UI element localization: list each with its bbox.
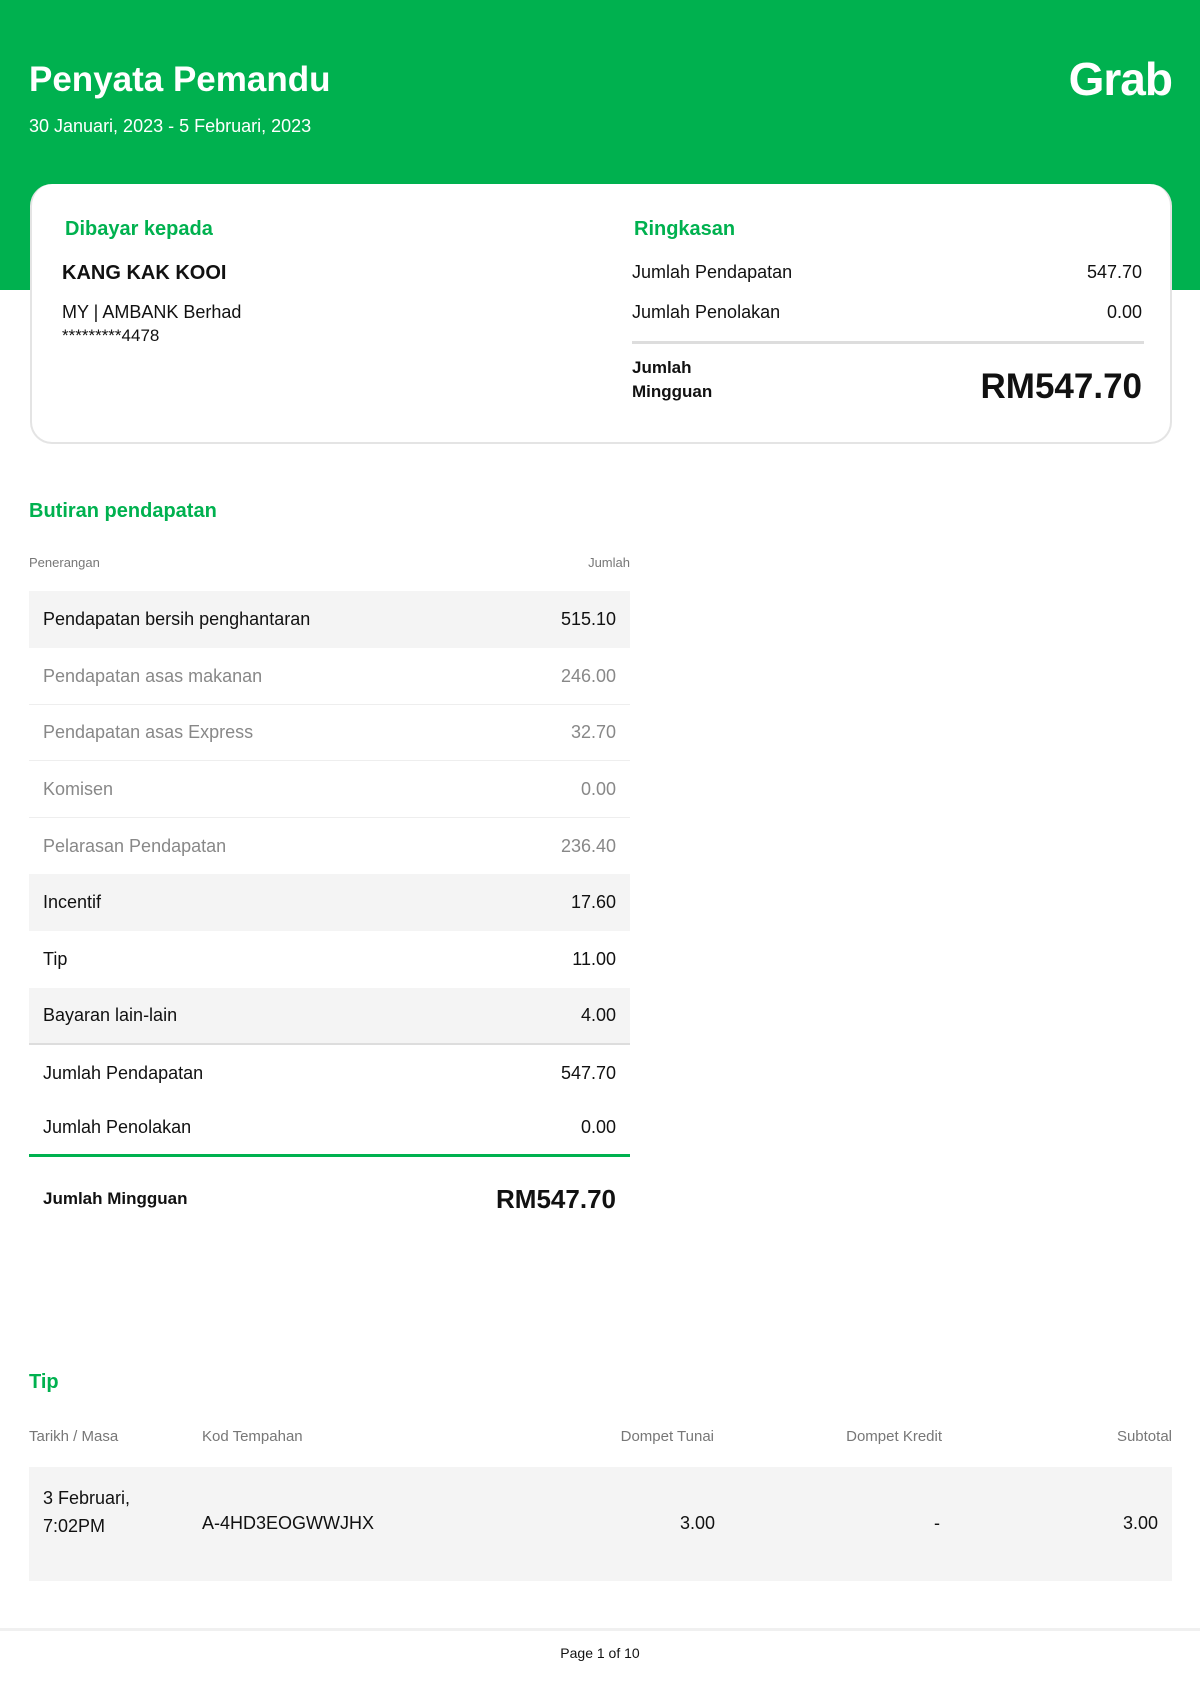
row-label: Pendapatan asas Express	[43, 722, 254, 742]
row-value: 4.00	[580, 1005, 616, 1025]
earnings-heading: Butiran pendapatan	[29, 500, 217, 522]
row-label: Jumlah Pendapatan	[43, 1062, 204, 1083]
row-label: Pelarasan Pendapatan	[43, 835, 227, 856]
row-label: Bayaran lain-lain	[43, 1005, 178, 1025]
summary-total-label-line1: Jumlah	[632, 358, 692, 377]
tip-datetime: 3 Februari, 7:02PM	[43, 1484, 130, 1540]
row-label: Tip	[43, 949, 68, 969]
col-date: Tarikh / Masa	[29, 1428, 119, 1445]
row-value: 32.70	[570, 722, 616, 742]
col-cash-wallet: Dompet Tunai	[620, 1428, 714, 1445]
col-description: Penerangan	[29, 555, 100, 570]
row-label: Komisen	[43, 778, 114, 799]
tip-booking-code: A-4HD3EOGWWJHX	[202, 1513, 375, 1533]
tip-cash: 3.00	[679, 1513, 715, 1533]
paid-to-heading: Dibayar kepada	[65, 218, 213, 240]
row-value: 246.00	[560, 665, 616, 686]
summary-heading: Ringkasan	[634, 218, 736, 240]
col-amount: Jumlah	[588, 555, 630, 570]
account-number: *********4478	[62, 326, 160, 345]
summary-deductions-label: Jumlah Penolakan	[632, 302, 781, 322]
earnings-row: Pendapatan bersih penghantaran 515.10	[29, 591, 630, 648]
earnings-subrow: Pendapatan asas makanan 246.00	[29, 648, 630, 705]
summary-earnings-label: Jumlah Pendapatan	[632, 262, 793, 282]
earnings-subrow: Pelarasan Pendapatan 236.40	[29, 818, 630, 874]
deductions-total-row: Jumlah Penolakan 0.00	[29, 1101, 630, 1157]
tip-row: 3 Februari, 7:02PM A-4HD3EOGWWJHX 3.00 - …	[29, 1467, 1172, 1581]
earnings-subrow: Pendapatan asas Express 32.70	[29, 705, 630, 761]
footer-divider	[0, 1628, 1200, 1631]
earnings-row: Bayaran lain-lain 4.00	[29, 988, 630, 1045]
row-label: Incentif	[43, 892, 102, 912]
row-value: 547.70	[560, 1062, 616, 1083]
earnings-total-row: Jumlah Pendapatan 547.70	[29, 1045, 630, 1101]
page-number: Page 1 of 10	[560, 1645, 640, 1661]
summary-earnings-value: 547.70	[1086, 262, 1142, 282]
earnings-subrow: Komisen 0.00	[29, 761, 630, 818]
summary-divider	[632, 341, 1144, 344]
row-value: 0.00	[580, 1117, 616, 1137]
grab-logo: Grab	[1068, 53, 1173, 105]
row-value: 236.40	[560, 835, 616, 856]
tip-time: 7:02PM	[43, 1516, 106, 1536]
summary-total-value: RM547.70	[980, 367, 1142, 406]
weekly-total-row: Jumlah Mingguan RM547.70	[29, 1170, 630, 1228]
weekly-total-value: RM547.70	[496, 1183, 616, 1214]
row-label: Pendapatan bersih penghantaran	[43, 609, 311, 629]
tip-date: 3 Februari,	[43, 1488, 131, 1508]
row-value: 0.00	[580, 778, 616, 799]
tip-credit: -	[934, 1513, 940, 1533]
weekly-total-label: Jumlah Mingguan	[43, 1189, 188, 1208]
row-value: 17.60	[570, 892, 616, 912]
col-subtotal: Subtotal	[1116, 1428, 1172, 1445]
row-label: Pendapatan asas makanan	[43, 665, 263, 686]
payee-name: KANG KAK KOOI	[62, 262, 227, 284]
tip-subtotal: 3.00	[1122, 1513, 1158, 1533]
tips-heading: Tip	[29, 1371, 59, 1393]
page-title: Penyata Pemandu	[29, 60, 331, 99]
row-value: 11.00	[572, 949, 616, 969]
summary-total-label: Jumlah Mingguan	[632, 356, 712, 404]
bank-name: MY | AMBANK Berhad	[62, 302, 242, 322]
earnings-row: Incentif 17.60	[29, 874, 630, 931]
col-credit-wallet: Dompet Kredit	[846, 1428, 942, 1445]
row-value: 515.10	[560, 609, 616, 629]
summary-total-label-line2: Mingguan	[632, 382, 713, 401]
col-booking-code: Kod Tempahan	[202, 1428, 303, 1445]
statement-period: 30 Januari, 2023 - 5 Februari, 2023	[29, 116, 312, 136]
summary-deductions-value: 0.00	[1106, 302, 1142, 322]
earnings-row: Tip 11.00	[29, 931, 630, 988]
summary-card: Dibayar kepada KANG KAK KOOI MY | AMBANK…	[30, 184, 1172, 444]
row-label: Jumlah Penolakan	[43, 1117, 192, 1137]
